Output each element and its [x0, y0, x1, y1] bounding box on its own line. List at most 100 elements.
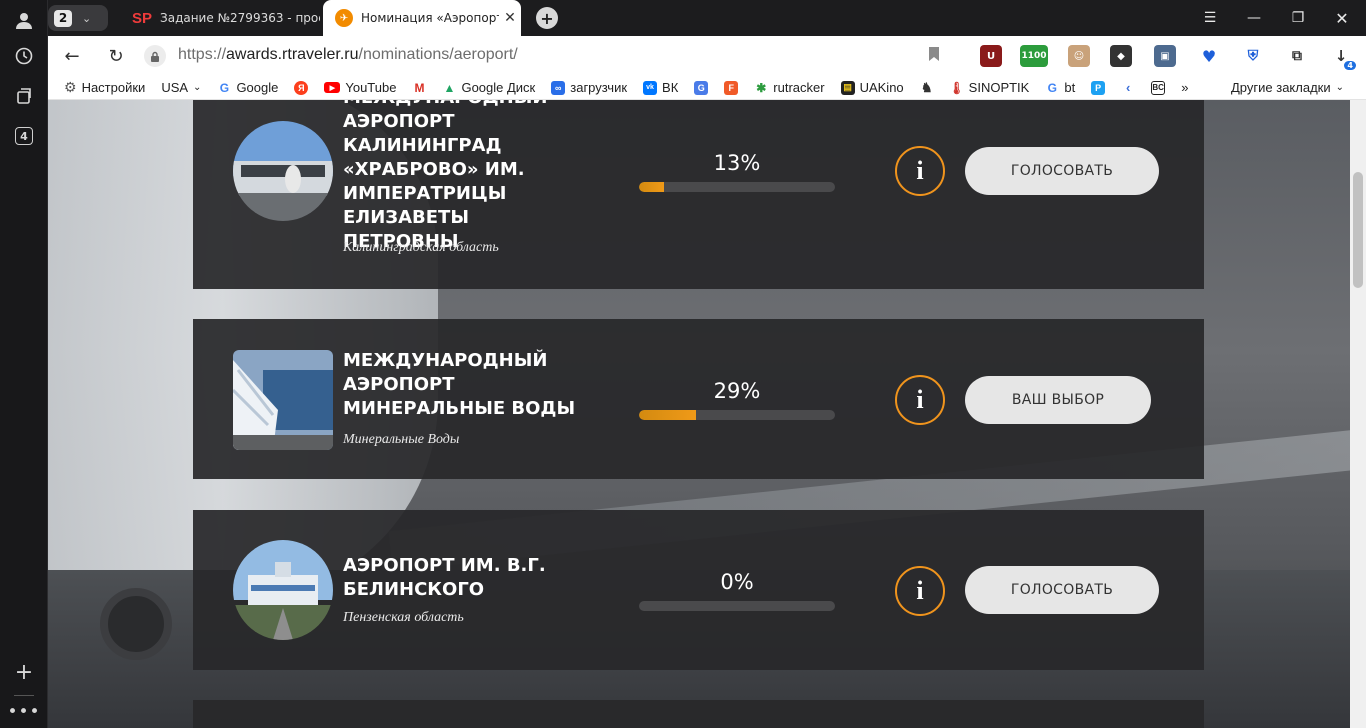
tab-inactive[interactable]: SP Задание №2799363 - прос [120, 0, 320, 36]
extension-shield-icon[interactable]: ⛨ [1242, 45, 1264, 67]
bookmark-google[interactable]: G Google [217, 80, 278, 95]
chevron-down-icon: ⌄ [82, 11, 92, 25]
nominee-card: Аэропорт им. В.Г. Белинского Пензенская … [193, 510, 1204, 670]
nominee-region: Минеральные Воды [343, 432, 460, 447]
bookmark-translate[interactable]: G [694, 80, 709, 95]
vote-percent: 29% [713, 379, 761, 403]
bookmark-bt[interactable]: G bt [1045, 80, 1075, 95]
g-icon: G [1045, 80, 1060, 95]
info-button[interactable]: i [895, 146, 945, 196]
history-icon[interactable] [10, 42, 38, 70]
ublock-extension-icon[interactable]: U [980, 45, 1002, 67]
extension-heart-icon[interactable]: ♥ [1198, 45, 1220, 67]
bookmark-f[interactable]: F [724, 80, 739, 95]
lock-icon[interactable] [144, 45, 166, 67]
browser-sidebar: 4 + ••• [0, 0, 48, 728]
url-host: awards.rtraveler.ru [226, 46, 359, 63]
bookmark-label: Google [236, 80, 279, 95]
google-drive-icon: ▲ [442, 80, 457, 95]
bookmark-label: SINOPTIK [968, 80, 1030, 95]
extension-puzzle-icon[interactable]: ⧉ [1286, 45, 1308, 67]
gear-icon: ⚙ [64, 79, 77, 95]
infinity-icon: ∞ [551, 80, 566, 95]
extension-dark-icon[interactable]: ◆ [1110, 45, 1132, 67]
page-viewport: Международный аэропорт Калининград «Храб… [48, 100, 1350, 728]
bookmark-label: USA [161, 80, 189, 95]
nominee-card-partial [193, 700, 1204, 728]
nominee-photo[interactable] [233, 350, 333, 450]
info-button[interactable]: i [895, 566, 945, 616]
bookmarks-more-button[interactable]: » [1181, 80, 1188, 95]
bookmarks-more-label: » [1181, 80, 1189, 95]
bookmark-icon[interactable] [928, 46, 940, 66]
extension-screenshot-icon[interactable]: ▣ [1154, 45, 1176, 67]
vote-button-selected[interactable]: ВАШ ВЫБОР [965, 376, 1151, 424]
page-scrollbar[interactable] [1350, 100, 1366, 728]
chevron-down-icon: ⌄ [1335, 82, 1344, 93]
bookmark-rutracker[interactable]: ✱ rutracker [754, 80, 825, 95]
bookmark-label: загрузчик [570, 80, 628, 95]
counter-extension-icon[interactable]: 1100 [1020, 45, 1048, 67]
plus-icon[interactable]: + [10, 658, 38, 686]
bookmark-label: Настройки [81, 80, 146, 95]
background-wheel-image [100, 588, 172, 660]
bookmark-p[interactable]: P [1091, 80, 1106, 95]
bookmark-yandex[interactable]: Я [294, 80, 309, 95]
reload-icon[interactable]: ↻ [104, 44, 128, 68]
sidebar-counter-badge[interactable]: 4 [10, 122, 38, 150]
new-tab-button[interactable]: + [536, 7, 558, 29]
bookmark-folder-usa[interactable]: USA ⌄ [161, 80, 201, 95]
bookmark-uakino[interactable]: ▤ UAKino [840, 80, 904, 95]
bookmark-label: UAKino [859, 80, 904, 95]
bookmark-label: bt [1064, 80, 1076, 95]
gmail-icon: M [412, 80, 427, 95]
translate-icon: G [694, 80, 709, 95]
bookmark-bc[interactable]: BC [1151, 80, 1166, 95]
close-icon[interactable]: ✕ [499, 10, 521, 26]
bookmark-label: ВК [662, 80, 679, 95]
bookmark-youtube[interactable]: ▶ YouTube [324, 80, 396, 95]
nominee-photo[interactable] [233, 540, 333, 640]
scrollbar-thumb[interactable] [1353, 172, 1363, 288]
tab-counter-button[interactable]: 2 ⌄ [48, 5, 108, 31]
bookmark-arrow[interactable]: ‹ [1121, 80, 1136, 95]
vote-progress-bar [639, 410, 835, 420]
bookmarks-bar: ⚙ Настройки USA ⌄ G Google Я ▶ YouTube M… [48, 76, 1366, 100]
menu-icon[interactable]: ☰ [1188, 0, 1232, 36]
nominee-name[interactable]: Международный аэропорт Калининград «Храб… [343, 100, 583, 254]
info-button[interactable]: i [895, 375, 945, 425]
bookmark-sinoptik[interactable]: 🌡 SINOPTIK [949, 80, 1030, 95]
tab-favicon: SP [132, 9, 153, 27]
collections-icon[interactable] [10, 82, 38, 110]
downloads-icon[interactable]: ↓ 4 [1330, 45, 1356, 70]
bookmark-google-drive[interactable]: ▲ Google Диск [442, 80, 535, 95]
bookmark-chess[interactable]: ♞ [919, 80, 934, 95]
nominee-name[interactable]: Международный аэропорт Минеральные Воды [343, 349, 583, 421]
nominee-region: Пензенская область [343, 610, 464, 625]
url-field[interactable]: https://awards.rtraveler.ru/nominations/… [178, 46, 518, 64]
bookmark-vk[interactable]: vk ВК [643, 80, 678, 95]
profile-icon[interactable] [10, 6, 38, 34]
more-dots-icon[interactable]: ••• [7, 698, 39, 726]
rutracker-icon: ✱ [754, 80, 769, 95]
extension-face-icon[interactable]: ☺ [1068, 45, 1090, 67]
nominee-name[interactable]: Аэропорт им. В.Г. Белинского [343, 554, 583, 602]
bookmark-settings[interactable]: ⚙ Настройки [64, 79, 145, 96]
yandex-icon: Я [294, 80, 309, 95]
minimize-icon[interactable]: — [1232, 0, 1276, 36]
close-window-icon[interactable]: ✕ [1320, 0, 1364, 36]
tab-title: Номинация «Аэропорт [361, 11, 499, 25]
bookmark-zagruzchik[interactable]: ∞ загрузчик [551, 80, 627, 95]
vote-button[interactable]: ГОЛОСОВАТЬ [965, 566, 1159, 614]
vote-button[interactable]: ГОЛОСОВАТЬ [965, 147, 1159, 195]
restore-icon[interactable]: ❐ [1276, 0, 1320, 36]
other-bookmarks-button[interactable]: Другие закладки ⌄ [1231, 80, 1344, 95]
nominee-card: Международный аэропорт Минеральные Воды … [193, 319, 1204, 479]
tab-active[interactable]: ✈ Номинация «Аэропорт ✕ [323, 0, 521, 36]
url-scheme: https:// [178, 46, 227, 63]
back-arrow-icon[interactable]: ← [60, 44, 84, 68]
nominee-photo[interactable] [233, 121, 333, 221]
bc-icon: BC [1151, 80, 1166, 95]
bookmark-gmail[interactable]: M [412, 80, 427, 95]
url-path: /nominations/aeroport/ [358, 46, 518, 63]
